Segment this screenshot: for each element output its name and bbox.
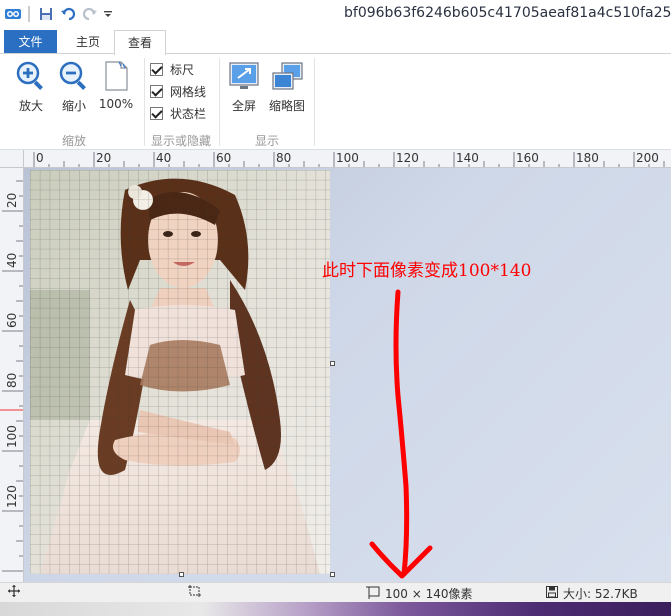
show-hide-group-label: 显示或隐藏 xyxy=(150,134,211,148)
checkbox-checked-icon xyxy=(150,84,163,98)
zoom-out-button[interactable]: 缩小 xyxy=(55,60,93,114)
customize-qa-icon[interactable] xyxy=(102,6,114,22)
image-size-icon xyxy=(366,586,382,602)
image-canvas[interactable] xyxy=(24,168,671,582)
ruler-label: 100 xyxy=(336,151,359,165)
ruler-label: 200 xyxy=(636,151,659,165)
ruler-label: 20 xyxy=(96,151,111,165)
gridlines-label: 网格线 xyxy=(170,84,207,99)
statusbar-checkbox[interactable]: 状态栏 xyxy=(150,104,206,122)
vertical-ruler: 20 40 60 80 100 120 xyxy=(0,168,24,582)
zoom-in-button[interactable]: 放大 xyxy=(12,60,50,114)
actual-size-label: 100% xyxy=(98,97,134,111)
ruler-label: 20 xyxy=(5,193,19,208)
zoom-in-label: 放大 xyxy=(18,99,43,113)
group-separator xyxy=(219,58,220,146)
thumbnail-button[interactable]: 缩略图 xyxy=(266,60,308,114)
checkbox-checked-icon xyxy=(150,62,163,76)
horizontal-ruler: 0 20 40 60 80 100 120 140 160 180 200 xyxy=(24,150,671,168)
group-separator xyxy=(144,58,145,146)
ruler-label: 80 xyxy=(5,373,19,388)
ruler-label: 100 xyxy=(5,425,19,448)
page-icon xyxy=(101,61,131,95)
ruler-label: 60 xyxy=(5,313,19,328)
status-bar: 100 × 140像素 大小: 52.7KB xyxy=(0,582,671,602)
tab-file[interactable]: 文件 xyxy=(4,30,57,54)
resize-handle[interactable] xyxy=(179,572,184,577)
file-size: 大小: 52.7KB xyxy=(546,585,638,602)
redo-icon[interactable] xyxy=(82,6,98,22)
ribbon-panel: 放大 缩小 100% 标尺 网格线 状态栏 全屏 缩略图 xyxy=(0,54,671,150)
ruler-label: 标尺 xyxy=(170,62,195,77)
zoom-out-icon xyxy=(58,61,90,95)
fullscreen-icon xyxy=(228,62,260,95)
zoom-group-label: 缩放 xyxy=(61,134,86,148)
actual-size-button[interactable]: 100% xyxy=(98,60,134,111)
ruler-label: 120 xyxy=(396,151,419,165)
ruler-label: 0 xyxy=(36,151,44,165)
zoom-in-icon xyxy=(15,61,47,95)
ruler-label: 40 xyxy=(5,253,19,268)
tab-home[interactable]: 主页 xyxy=(66,30,110,54)
ruler-label: 120 xyxy=(5,485,19,508)
zoom-out-label: 缩小 xyxy=(61,99,86,113)
file-size-label: 大小: 52.7KB xyxy=(563,587,638,601)
image-dimensions: 100 × 140像素 xyxy=(366,585,473,602)
dimensions-label: 100 × 140像素 xyxy=(385,587,473,601)
move-cursor-icon xyxy=(8,585,20,597)
ribbon-tabs: 文件 主页 查看 xyxy=(0,30,671,55)
taskbar-strip xyxy=(0,602,671,616)
group-separator xyxy=(314,58,315,146)
title-bar: bf096b63f6246b605c41705aeaf81a4c510fa25 xyxy=(0,0,671,30)
ruler-label: 180 xyxy=(576,151,599,165)
thumbnail-icon xyxy=(270,62,304,95)
ruler-label: 80 xyxy=(276,151,291,165)
resize-handle[interactable] xyxy=(330,361,335,366)
gridlines-checkbox[interactable]: 网格线 xyxy=(150,82,206,100)
fullscreen-button[interactable]: 全屏 xyxy=(226,60,262,114)
annotation-text: 此时下面像素变成100*140 xyxy=(322,261,532,281)
display-group-label: 显示 xyxy=(254,134,279,148)
save-icon[interactable] xyxy=(38,6,54,22)
ruler-checkbox[interactable]: 标尺 xyxy=(150,60,194,78)
tab-view[interactable]: 查看 xyxy=(114,30,166,55)
checkbox-checked-icon xyxy=(150,106,163,120)
app-icon xyxy=(4,6,22,22)
ruler-label: 140 xyxy=(456,151,479,165)
photo-image xyxy=(30,170,330,574)
annotation-arrow xyxy=(369,289,433,579)
qa-separator xyxy=(28,6,30,22)
fullscreen-label: 全屏 xyxy=(231,99,256,113)
ruler-corner xyxy=(0,150,24,168)
thumbnail-label: 缩略图 xyxy=(268,99,305,113)
statusbar-label: 状态栏 xyxy=(170,106,207,121)
window-title: bf096b63f6246b605c41705aeaf81a4c510fa25 xyxy=(344,5,671,21)
undo-icon[interactable] xyxy=(60,6,76,22)
resize-handle[interactable] xyxy=(330,572,335,577)
ruler-label: 40 xyxy=(156,151,171,165)
selection-size-icon xyxy=(188,585,202,598)
ruler-label: 160 xyxy=(516,151,539,165)
disk-icon xyxy=(546,586,558,601)
ruler-label: 60 xyxy=(216,151,231,165)
